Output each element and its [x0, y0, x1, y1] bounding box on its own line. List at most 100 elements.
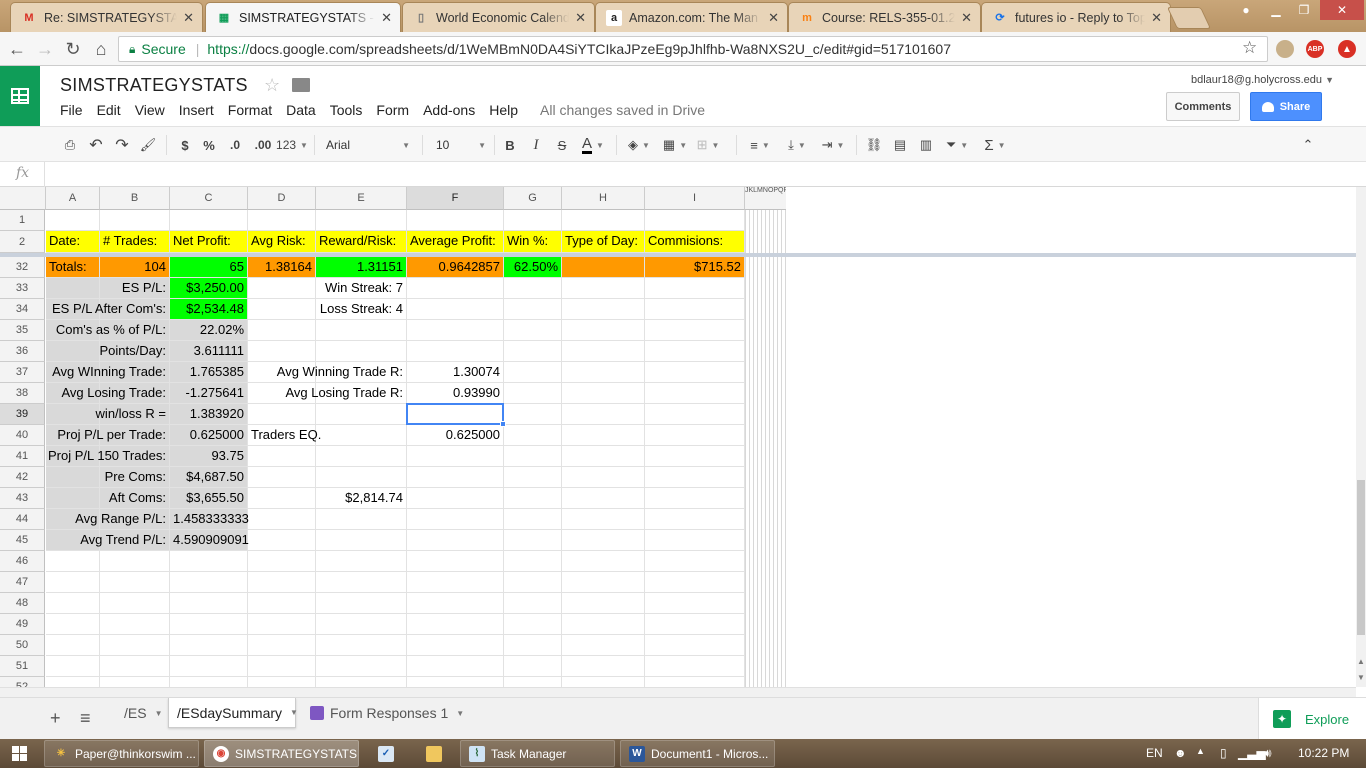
chevron-down-icon[interactable]: ▼ — [290, 708, 298, 717]
close-tab-icon[interactable]: ✕ — [1151, 10, 1162, 26]
extension-icon[interactable] — [1276, 40, 1294, 58]
cell-e37[interactable]: Avg Winning Trade R: — [277, 362, 407, 383]
cell-f34[interactable] — [407, 299, 504, 320]
taskbar-task-manager[interactable]: ⌇ Task Manager — [460, 740, 615, 767]
cell-d46[interactable] — [248, 551, 316, 572]
cell-b36[interactable]: Points/Day: — [100, 341, 170, 362]
address-bar[interactable]: 🔒︎ Secure | https://docs.google.com/spre… — [118, 36, 1268, 62]
browser-tab-course[interactable]: m Course: RELS-355-01.201 ✕ — [788, 2, 981, 32]
cell-e40[interactable] — [316, 425, 407, 446]
cell-d47[interactable] — [248, 572, 316, 593]
cell-c41[interactable]: 93.75 — [170, 446, 248, 467]
menu-file[interactable]: File — [60, 102, 83, 118]
taskbar-word[interactable]: W Document1 - Micros... — [620, 740, 775, 767]
formula-input[interactable] — [50, 166, 1350, 184]
cell-f43[interactable] — [407, 488, 504, 509]
cell-b40[interactable]: Proj P/L per Trade: — [57, 425, 170, 446]
cell-d32[interactable]: 1.38164 — [248, 257, 316, 278]
cell-c50[interactable] — [170, 635, 248, 656]
cell-h41[interactable] — [562, 446, 645, 467]
cell-f41[interactable] — [407, 446, 504, 467]
cell-g45[interactable] — [504, 530, 562, 551]
row-header[interactable]: 51 — [0, 656, 45, 677]
cell-h52[interactable] — [562, 677, 645, 687]
menu-data[interactable]: Data — [286, 102, 316, 118]
cell-c46[interactable] — [170, 551, 248, 572]
cell-g50[interactable] — [504, 635, 562, 656]
scroll-down-icon[interactable]: ▼ — [1357, 673, 1365, 682]
font-family-dropdown[interactable]: Arial ▼ — [326, 135, 410, 155]
cell-e38[interactable]: Avg Losing Trade R: — [285, 383, 407, 404]
cell-c42[interactable]: $4,687.50 — [170, 467, 248, 488]
currency-format-button[interactable]: $ — [176, 135, 194, 155]
narrow-columns[interactable] — [745, 210, 786, 687]
home-icon[interactable]: ⌂ — [90, 38, 112, 60]
cell-e45[interactable] — [316, 530, 407, 551]
cell-d41[interactable] — [248, 446, 316, 467]
cell-g42[interactable] — [504, 467, 562, 488]
cell-g38[interactable] — [504, 383, 562, 404]
decrease-decimal-button[interactable]: .0 — [224, 135, 246, 155]
cell-d50[interactable] — [248, 635, 316, 656]
functions-icon[interactable]: Σ ▼ — [980, 135, 1010, 155]
cell-g35[interactable] — [504, 320, 562, 341]
cell-i51[interactable] — [645, 656, 745, 677]
cell-h47[interactable] — [562, 572, 645, 593]
row-header[interactable]: 49 — [0, 614, 45, 635]
bold-button[interactable]: B — [502, 135, 518, 155]
cell-d51[interactable] — [248, 656, 316, 677]
cell-e35[interactable] — [316, 320, 407, 341]
cell-e43[interactable]: $2,814.74 — [316, 488, 407, 509]
row-header[interactable]: 39 — [0, 404, 45, 425]
cell-h39[interactable] — [562, 404, 645, 425]
cell-c38[interactable]: -1.275641 — [170, 383, 248, 404]
close-tab-icon[interactable]: ✕ — [575, 10, 586, 26]
cell-g32[interactable]: 62.50% — [504, 257, 562, 278]
row-header[interactable]: 42 — [0, 467, 45, 488]
column-header[interactable]: C — [170, 187, 248, 210]
redo-icon[interactable]: ↷ — [112, 135, 132, 155]
filter-icon[interactable]: ⏷ ▼ — [942, 135, 972, 155]
browser-tab-calendar[interactable]: ▯ World Economic Calenda ✕ — [402, 2, 595, 32]
cell-c36[interactable]: 3.611111 — [170, 341, 248, 362]
cell-i44[interactable] — [645, 509, 745, 530]
row-header[interactable]: 36 — [0, 341, 45, 362]
row-header[interactable]: 37 — [0, 362, 45, 383]
cell-e48[interactable] — [316, 593, 407, 614]
horizontal-align-icon[interactable]: ≡ ▼ — [744, 135, 776, 155]
cell-i45[interactable] — [645, 530, 745, 551]
cell-c1[interactable] — [170, 210, 248, 231]
cell-d36[interactable] — [248, 341, 316, 362]
cell-g47[interactable] — [504, 572, 562, 593]
cell-e42[interactable] — [316, 467, 407, 488]
windows-start-icon[interactable] — [4, 740, 38, 767]
battery-icon[interactable]: ▯ — [1220, 746, 1227, 760]
menu-help[interactable]: Help — [489, 102, 518, 118]
print-icon[interactable]: ⎙ — [60, 135, 80, 155]
close-tab-icon[interactable]: ✕ — [183, 10, 194, 26]
cell-e44[interactable] — [316, 509, 407, 530]
cell-e46[interactable] — [316, 551, 407, 572]
cell-i50[interactable] — [645, 635, 745, 656]
cell-g48[interactable] — [504, 593, 562, 614]
language-indicator[interactable]: EN — [1146, 746, 1163, 760]
cell-i32[interactable]: $715.52 — [645, 257, 745, 278]
cell-b44[interactable]: Avg Range P/L: — [75, 509, 170, 530]
cell-i38[interactable] — [645, 383, 745, 404]
insert-comment-icon[interactable]: ▤ — [890, 135, 910, 155]
cell-i43[interactable] — [645, 488, 745, 509]
cell-h35[interactable] — [562, 320, 645, 341]
row-header[interactable]: 47 — [0, 572, 45, 593]
cell-d52[interactable] — [248, 677, 316, 687]
cell-e50[interactable] — [316, 635, 407, 656]
cell-d34[interactable] — [248, 299, 316, 320]
cell-b34[interactable]: ES P/L After Com's: — [52, 299, 170, 320]
menu-edit[interactable]: Edit — [97, 102, 121, 118]
close-tab-icon[interactable]: ✕ — [768, 10, 779, 26]
cell-e41[interactable] — [316, 446, 407, 467]
borders-icon[interactable]: ▦ ▼ — [660, 135, 690, 155]
chevron-down-icon[interactable]: ▼ — [155, 709, 163, 718]
cell-c49[interactable] — [170, 614, 248, 635]
cell-h42[interactable] — [562, 467, 645, 488]
cell-f48[interactable] — [407, 593, 504, 614]
